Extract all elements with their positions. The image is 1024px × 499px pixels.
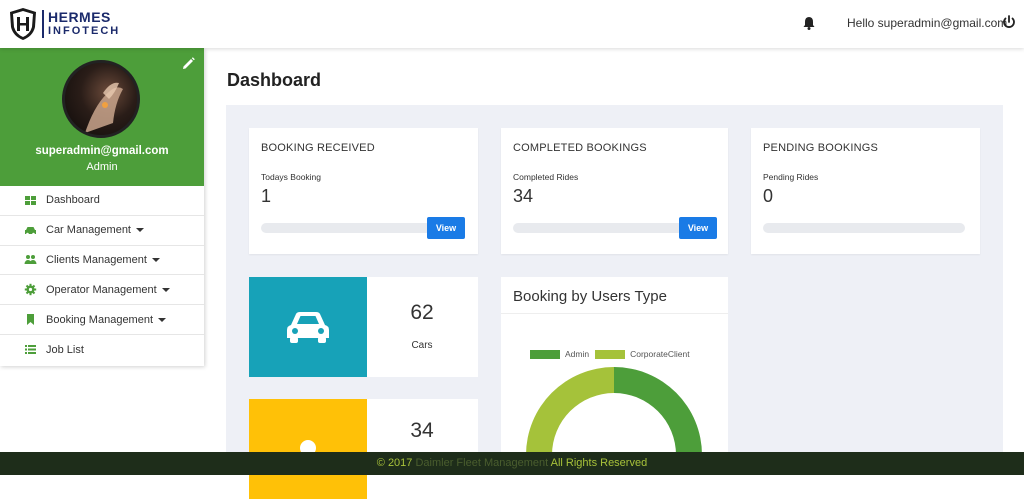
stat-value: 62	[410, 301, 434, 324]
profile-panel: superadmin@gmail.com Admin	[0, 48, 204, 186]
sidebar-item-label: Operator Management	[46, 283, 157, 296]
card-subheading: Completed Rides	[513, 172, 579, 182]
chevron-down-icon	[158, 317, 167, 322]
list-icon	[25, 345, 36, 355]
sidebar-item-car-management[interactable]: Car Management	[0, 216, 204, 246]
footer-copyright: © 2017	[376, 457, 413, 469]
users-stat-card[interactable]: 34	[249, 399, 478, 499]
edit-pencil-icon[interactable]	[180, 56, 196, 72]
donut-chart	[526, 367, 702, 475]
completed-bookings-card: COMPLETED BOOKINGS Completed Rides 34 Vi…	[501, 128, 728, 254]
sidebar-item-label: Car Management	[46, 224, 131, 237]
avatar-image	[85, 82, 123, 133]
view-button[interactable]: View	[427, 217, 465, 239]
card-subheading: Pending Rides	[763, 172, 819, 182]
card-subheading: Todays Booking	[261, 172, 322, 182]
sidebar-item-operator-management[interactable]: Operator Management	[0, 275, 204, 306]
donut-segment-corporateclient[interactable]	[526, 367, 614, 455]
donut-segment-admin[interactable]	[614, 367, 702, 455]
brand-line2: INFOTECH	[48, 25, 121, 37]
brand-line1: HERMES	[48, 9, 111, 25]
dashboard-icon	[25, 195, 36, 205]
card-heading: PENDING BOOKINGS	[763, 142, 879, 154]
gear-icon	[24, 284, 37, 296]
stat-value: 34	[410, 419, 434, 442]
sidebar-item-label: Dashboard	[46, 194, 100, 207]
booking-received-card: BOOKING RECEIVED Todays Booking 1 View	[249, 128, 478, 254]
sidebar: superadmin@gmail.com Admin Dashboard Car…	[0, 48, 204, 366]
sidebar-item-clients-management[interactable]: Clients Management	[0, 246, 204, 276]
footer-rights: All Rights Reserved	[550, 457, 648, 469]
brand-text: HERMES INFOTECH	[42, 10, 120, 38]
booking-chart-card: Booking by Users Type Admin CorporateCli…	[501, 277, 728, 475]
bookmark-icon	[27, 314, 34, 326]
car-icon	[25, 226, 36, 235]
bell-icon[interactable]	[801, 15, 817, 31]
view-button[interactable]: View	[679, 217, 717, 239]
stat-icon-box	[249, 399, 367, 499]
users-icon	[24, 255, 37, 265]
profile-role: Admin	[86, 161, 118, 173]
dashboard-panel: BOOKING RECEIVED Todays Booking 1 View C…	[226, 105, 1003, 499]
card-value: 1	[261, 186, 272, 206]
sidebar-item-label: Job List	[46, 343, 84, 356]
card-value: 0	[763, 186, 774, 206]
card-value: 34	[513, 186, 534, 206]
chevron-down-icon	[136, 228, 144, 233]
sidebar-item-label: Booking Management	[46, 313, 154, 326]
stat-icon-box	[249, 277, 367, 377]
greeting-text: Hello superadmin@gmail.com	[847, 16, 1008, 30]
chevron-down-icon	[151, 257, 160, 262]
sidebar-item-label: Clients Management	[46, 253, 147, 266]
progress-bar	[261, 223, 431, 233]
sidebar-item-job-list[interactable]: Job List	[0, 335, 204, 365]
card-heading: BOOKING RECEIVED	[261, 142, 375, 154]
top-bar: HERMES INFOTECH Hello superadmin@gmail.c…	[0, 0, 1024, 48]
brand-logo[interactable]: HERMES INFOTECH	[8, 7, 120, 41]
cars-stat-card[interactable]: 62 Cars	[249, 277, 478, 377]
page-title: Dashboard	[227, 70, 322, 90]
avatar[interactable]	[62, 60, 140, 138]
sidebar-item-dashboard[interactable]: Dashboard	[0, 186, 204, 216]
progress-bar	[763, 223, 965, 233]
stat-label: Cars	[411, 340, 433, 351]
car-icon	[287, 312, 329, 343]
chevron-down-icon	[161, 287, 170, 292]
footer: © 2017 Daimler Fleet Management All Righ…	[0, 452, 1024, 475]
sidebar-item-booking-management[interactable]: Booking Management	[0, 305, 204, 335]
card-heading: COMPLETED BOOKINGS	[513, 142, 647, 154]
profile-email: superadmin@gmail.com	[35, 145, 169, 157]
progress-bar	[513, 223, 683, 233]
shield-logo-icon	[10, 8, 36, 40]
pending-bookings-card: PENDING BOOKINGS Pending Rides 0	[751, 128, 980, 254]
power-icon[interactable]	[1001, 14, 1017, 30]
footer-company[interactable]: Daimler Fleet Management	[415, 457, 548, 469]
